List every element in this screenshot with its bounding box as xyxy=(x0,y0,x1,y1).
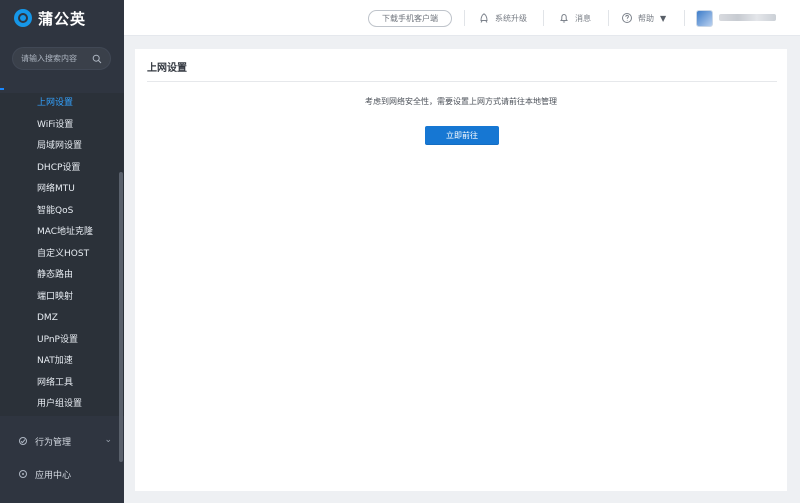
top-toolbar: 下载手机客户端 系统升级 消息 帮助 ▼ xyxy=(124,0,800,36)
logo-icon xyxy=(14,9,32,27)
sidebar-item-network-mtu[interactable]: 网络MTU xyxy=(0,179,124,201)
sidebar-item-user-group-settings[interactable]: 用户组设置 xyxy=(0,394,124,416)
sidebar-item-dmz[interactable]: DMZ xyxy=(0,308,124,330)
sidebar-item-upnp-settings[interactable]: UPnP设置 xyxy=(0,329,124,351)
system-upgrade-button[interactable]: 系统升级 xyxy=(478,10,527,26)
sidebar-group-label: 应用中心 xyxy=(35,470,72,481)
page-title: 上网设置 xyxy=(147,63,187,74)
sidebar: 蒲公英 上网设置 WiFi设置 局域网设置 DHCP设置 网络MTU 智能QoS… xyxy=(0,0,124,503)
app-center-icon xyxy=(18,469,28,479)
sidebar-group-behavior-management[interactable]: 行为管理 ⌄ xyxy=(0,427,124,455)
brand: 蒲公英 xyxy=(0,0,124,36)
help-menu-button[interactable]: 帮助 ▼ xyxy=(621,10,666,26)
toolbar-divider xyxy=(608,10,609,26)
sidebar-item-port-forwarding[interactable]: 端口映射 xyxy=(0,286,124,308)
help-icon xyxy=(621,12,633,24)
help-label: 帮助 xyxy=(638,13,654,23)
sidebar-group-app-center[interactable]: 应用中心 xyxy=(0,460,124,488)
page-bottom-frame xyxy=(124,491,800,503)
sidebar-item-network-tools[interactable]: 网络工具 xyxy=(0,372,124,394)
sidebar-item-lan-settings[interactable]: 局域网设置 xyxy=(0,136,124,158)
local-management-notice: 考虑到网络安全性，需要设置上网方式请前往本地管理 xyxy=(365,97,557,106)
sidebar-search[interactable] xyxy=(12,47,111,70)
upgrade-icon xyxy=(478,12,490,24)
sidebar-item-static-route[interactable]: 静态路由 xyxy=(0,265,124,287)
title-divider xyxy=(147,81,777,82)
router-admin-page: 蒲公英 上网设置 WiFi设置 局域网设置 DHCP设置 网络MTU 智能QoS… xyxy=(0,0,800,503)
active-group-indicator xyxy=(0,88,4,90)
sidebar-item-wifi-settings[interactable]: WiFi设置 xyxy=(0,114,124,136)
chevron-down-icon: ▼ xyxy=(660,13,667,23)
brand-name: 蒲公英 xyxy=(38,9,87,28)
sidebar-group-label: 行为管理 xyxy=(35,437,72,448)
toolbar-divider xyxy=(464,10,465,26)
messages-button[interactable]: 消息 xyxy=(558,10,591,26)
sidebar-item-smart-qos[interactable]: 智能QoS xyxy=(0,200,124,222)
chevron-down-icon: ⌄ xyxy=(104,435,112,445)
sidebar-item-internet-settings[interactable]: 上网设置 xyxy=(0,93,124,115)
sidebar-scrollbar[interactable] xyxy=(119,172,123,462)
system-upgrade-label: 系统升级 xyxy=(495,13,527,23)
toolbar-divider xyxy=(684,10,685,26)
toolbar-divider xyxy=(543,10,544,26)
messages-label: 消息 xyxy=(575,13,591,23)
search-icon[interactable] xyxy=(92,54,102,64)
behavior-management-icon xyxy=(18,436,28,446)
bell-icon xyxy=(558,12,570,24)
sidebar-item-custom-host[interactable]: 自定义HOST xyxy=(0,243,124,265)
search-input[interactable] xyxy=(21,54,92,63)
network-settings-menu: 上网设置 WiFi设置 局域网设置 DHCP设置 网络MTU 智能QoS MAC… xyxy=(0,93,124,416)
sidebar-item-dhcp-settings[interactable]: DHCP设置 xyxy=(0,157,124,179)
main-content-panel: 上网设置 考虑到网络安全性，需要设置上网方式请前往本地管理 立即前往 xyxy=(135,49,787,491)
sidebar-item-nat-acceleration[interactable]: NAT加速 xyxy=(0,351,124,373)
redacted-user-name xyxy=(719,14,776,21)
download-mobile-client-button[interactable]: 下载手机客户端 xyxy=(368,10,452,27)
avatar[interactable] xyxy=(696,10,713,27)
go-now-button[interactable]: 立即前往 xyxy=(425,126,499,145)
sidebar-item-mac-clone[interactable]: MAC地址克隆 xyxy=(0,222,124,244)
